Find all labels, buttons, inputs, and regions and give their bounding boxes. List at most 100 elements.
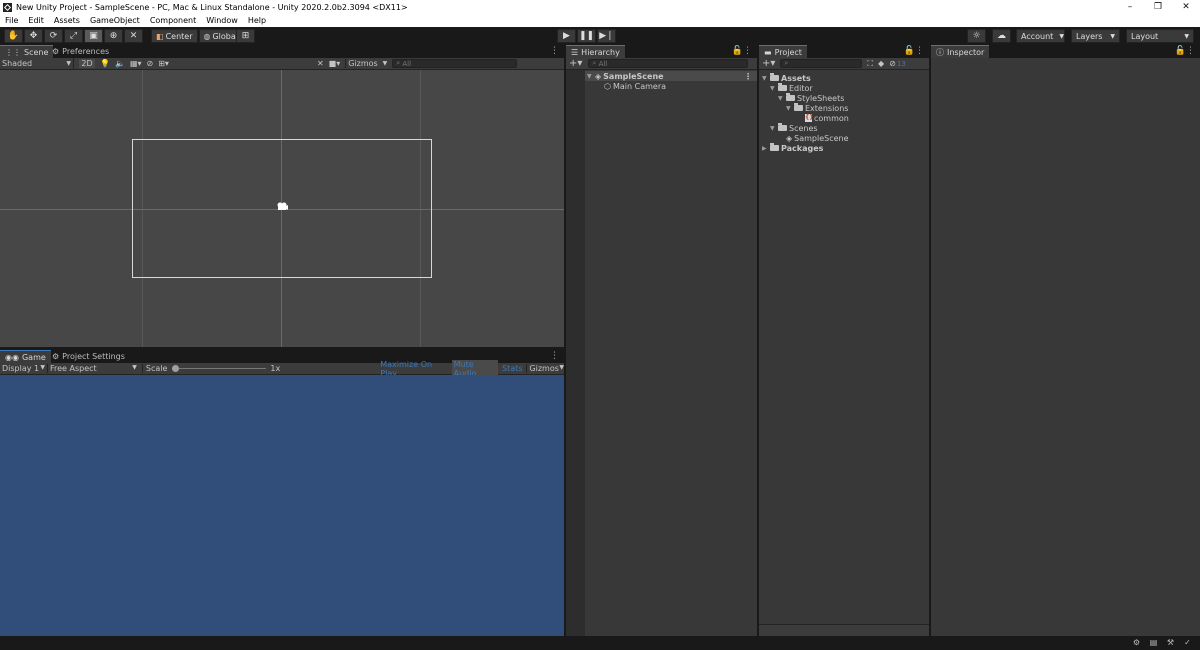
pause-button-icon[interactable]: ❚❚: [577, 29, 596, 43]
tab-hierarchy[interactable]: ☰ Hierarchy: [566, 45, 625, 58]
move-tool-icon[interactable]: ✥: [24, 29, 43, 43]
scale-tool-icon[interactable]: ⤢: [64, 29, 83, 43]
project-folder-extensions[interactable]: ▼ Extensions: [786, 103, 848, 113]
grid-snap-icon[interactable]: ⊞: [236, 29, 255, 43]
menu-help[interactable]: Help: [243, 14, 271, 27]
cloud-icon[interactable]: ☁: [992, 29, 1011, 43]
play-button-icon[interactable]: ▶: [557, 29, 576, 43]
scene-viewport[interactable]: [0, 70, 564, 347]
expand-arrow-icon[interactable]: ▼: [770, 85, 778, 92]
collab-icon[interactable]: ☼: [967, 29, 986, 43]
audio-icon[interactable]: 🔈: [115, 59, 125, 68]
pivot-controls: ◧ Center ◍ Global: [151, 29, 244, 43]
2d-toggle-button[interactable]: 2D: [79, 59, 95, 68]
unity-scene-icon: ◈: [786, 133, 793, 143]
tools-icon[interactable]: ✕: [317, 59, 324, 68]
step-button-icon[interactable]: ▶❘: [597, 29, 616, 43]
expand-arrow-icon[interactable]: ▼: [770, 125, 778, 132]
project-file-samplescene[interactable]: ◈ SampleScene: [786, 133, 849, 143]
tab-hierarchy-label: Hierarchy: [581, 47, 620, 57]
aspect-dropdown[interactable]: Free Aspect ▼: [46, 364, 137, 373]
add-icon[interactable]: +▾: [762, 58, 775, 69]
panel-menu-icon[interactable]: ⋮: [743, 46, 752, 56]
display-dropdown[interactable]: Display 1 ▼: [0, 364, 45, 373]
camera-gizmo-icon[interactable]: [276, 201, 288, 211]
panel-menu-icon[interactable]: ⋮: [550, 46, 559, 56]
project-folder-scenes[interactable]: ▼ Scenes: [770, 123, 818, 133]
pivot-label: Center: [165, 31, 193, 41]
camera-icon[interactable]: ■▾: [329, 59, 341, 68]
menu-component[interactable]: Component: [145, 14, 201, 27]
scale-slider[interactable]: [172, 364, 267, 372]
filter-by-label-icon[interactable]: ◆: [878, 59, 884, 68]
panel-menu-icon[interactable]: ⋮: [1186, 46, 1195, 56]
scene-search-input[interactable]: ⌕ All: [392, 59, 518, 68]
tab-project[interactable]: ▬ Project: [759, 45, 807, 58]
panel-menu-icon[interactable]: ⋮: [550, 351, 559, 361]
chevron-down-icon: ▼: [382, 60, 388, 67]
menu-assets[interactable]: Assets: [49, 14, 85, 27]
project-folder-stylesheets[interactable]: ▼ StyleSheets: [778, 93, 844, 103]
account-dropdown[interactable]: Account ▼: [1016, 29, 1065, 43]
hand-tool-icon[interactable]: ✋: [4, 29, 23, 43]
lighting-build-icon[interactable]: ⚒: [1162, 638, 1179, 647]
hierarchy-search-input[interactable]: ⌕ All: [588, 59, 749, 68]
expand-arrow-icon[interactable]: ▼: [762, 75, 770, 82]
project-folder-editor[interactable]: ▼ Editor: [770, 83, 813, 93]
menu-edit[interactable]: Edit: [23, 14, 49, 27]
filter-by-type-icon[interactable]: ⛶: [867, 59, 873, 69]
project-folder-assets[interactable]: ▼ Assets: [762, 73, 811, 83]
inspector-panel: ⓘ Inspector 🔓 ⋮: [931, 45, 1200, 636]
add-icon[interactable]: +▾: [569, 58, 582, 69]
expand-arrow-icon[interactable]: ▼: [778, 95, 786, 102]
project-folder-packages[interactable]: ▶ Packages: [762, 143, 823, 153]
progress-check-icon[interactable]: ✓: [1179, 638, 1196, 647]
hidden-packages-icon[interactable]: ⊘: [889, 59, 896, 68]
minimize-button[interactable]: –: [1116, 0, 1144, 14]
expand-arrow-icon[interactable]: ▼: [786, 105, 794, 112]
scene-root-row[interactable]: ▼ ◈ SampleScene ⋮: [585, 71, 757, 81]
restore-button[interactable]: ❐: [1144, 0, 1172, 14]
tab-scene[interactable]: ⋮⋮ Scene: [0, 45, 54, 58]
tab-preferences[interactable]: ⚙ Preferences: [47, 45, 114, 58]
hidden-objects-icon[interactable]: ⊘: [147, 59, 154, 68]
expand-arrow-icon[interactable]: ▼: [587, 73, 595, 80]
row-menu-icon[interactable]: ⋮: [744, 72, 752, 81]
lighting-icon[interactable]: 💡: [100, 59, 110, 68]
slider-thumb[interactable]: [172, 364, 180, 372]
grid-toggle-icon[interactable]: ⊞▾: [158, 59, 169, 68]
lock-icon[interactable]: 🔓: [904, 46, 915, 56]
debug-bug-icon[interactable]: ⚙: [1128, 638, 1145, 647]
menu-file[interactable]: File: [0, 14, 23, 27]
game-viewport[interactable]: [0, 375, 564, 636]
gizmos-dropdown[interactable]: Gizmos ▼: [345, 59, 387, 68]
chevron-down-icon: ▼: [66, 60, 71, 67]
menu-gameobject[interactable]: GameObject: [85, 14, 145, 27]
rect-tool-icon[interactable]: ▣: [84, 29, 103, 43]
rotate-tool-icon[interactable]: ⟳: [44, 29, 63, 43]
project-file-common[interactable]: {} common: [805, 113, 849, 123]
tab-game[interactable]: ◉◉ Game: [0, 350, 51, 363]
project-search-input[interactable]: ⌕: [780, 59, 863, 68]
inspector-tabstrip: ⓘ Inspector 🔓 ⋮: [931, 45, 1200, 58]
draw-mode-dropdown[interactable]: Shaded ▼: [0, 57, 74, 70]
custom-tool-icon[interactable]: ✕: [124, 29, 143, 43]
file-label: common: [814, 113, 849, 123]
layout-dropdown[interactable]: Layout ▼: [1126, 29, 1194, 43]
tab-project-settings[interactable]: ⚙ Project Settings: [47, 350, 130, 363]
layers-dropdown[interactable]: Layers ▼: [1071, 29, 1120, 43]
pivot-center-button[interactable]: ◧ Center: [151, 29, 198, 43]
panel-menu-icon[interactable]: ⋮: [915, 46, 924, 56]
lock-icon[interactable]: 🔓: [732, 46, 743, 56]
hierarchy-item-main-camera[interactable]: ⬡ Main Camera: [604, 81, 666, 91]
tab-inspector[interactable]: ⓘ Inspector: [931, 45, 990, 58]
transform-tool-icon[interactable]: ⊕: [104, 29, 123, 43]
close-button[interactable]: ✕: [1172, 0, 1200, 14]
collapse-arrow-icon[interactable]: ▶: [762, 145, 770, 152]
stats-toggle[interactable]: Stats: [502, 364, 522, 373]
cache-server-icon[interactable]: ▤: [1145, 638, 1162, 647]
effects-icon[interactable]: ▦▾: [130, 59, 142, 68]
lock-icon[interactable]: 🔓: [1175, 46, 1186, 56]
game-gizmos-dropdown[interactable]: Gizmos ▼: [526, 364, 564, 373]
menu-window[interactable]: Window: [201, 14, 243, 27]
